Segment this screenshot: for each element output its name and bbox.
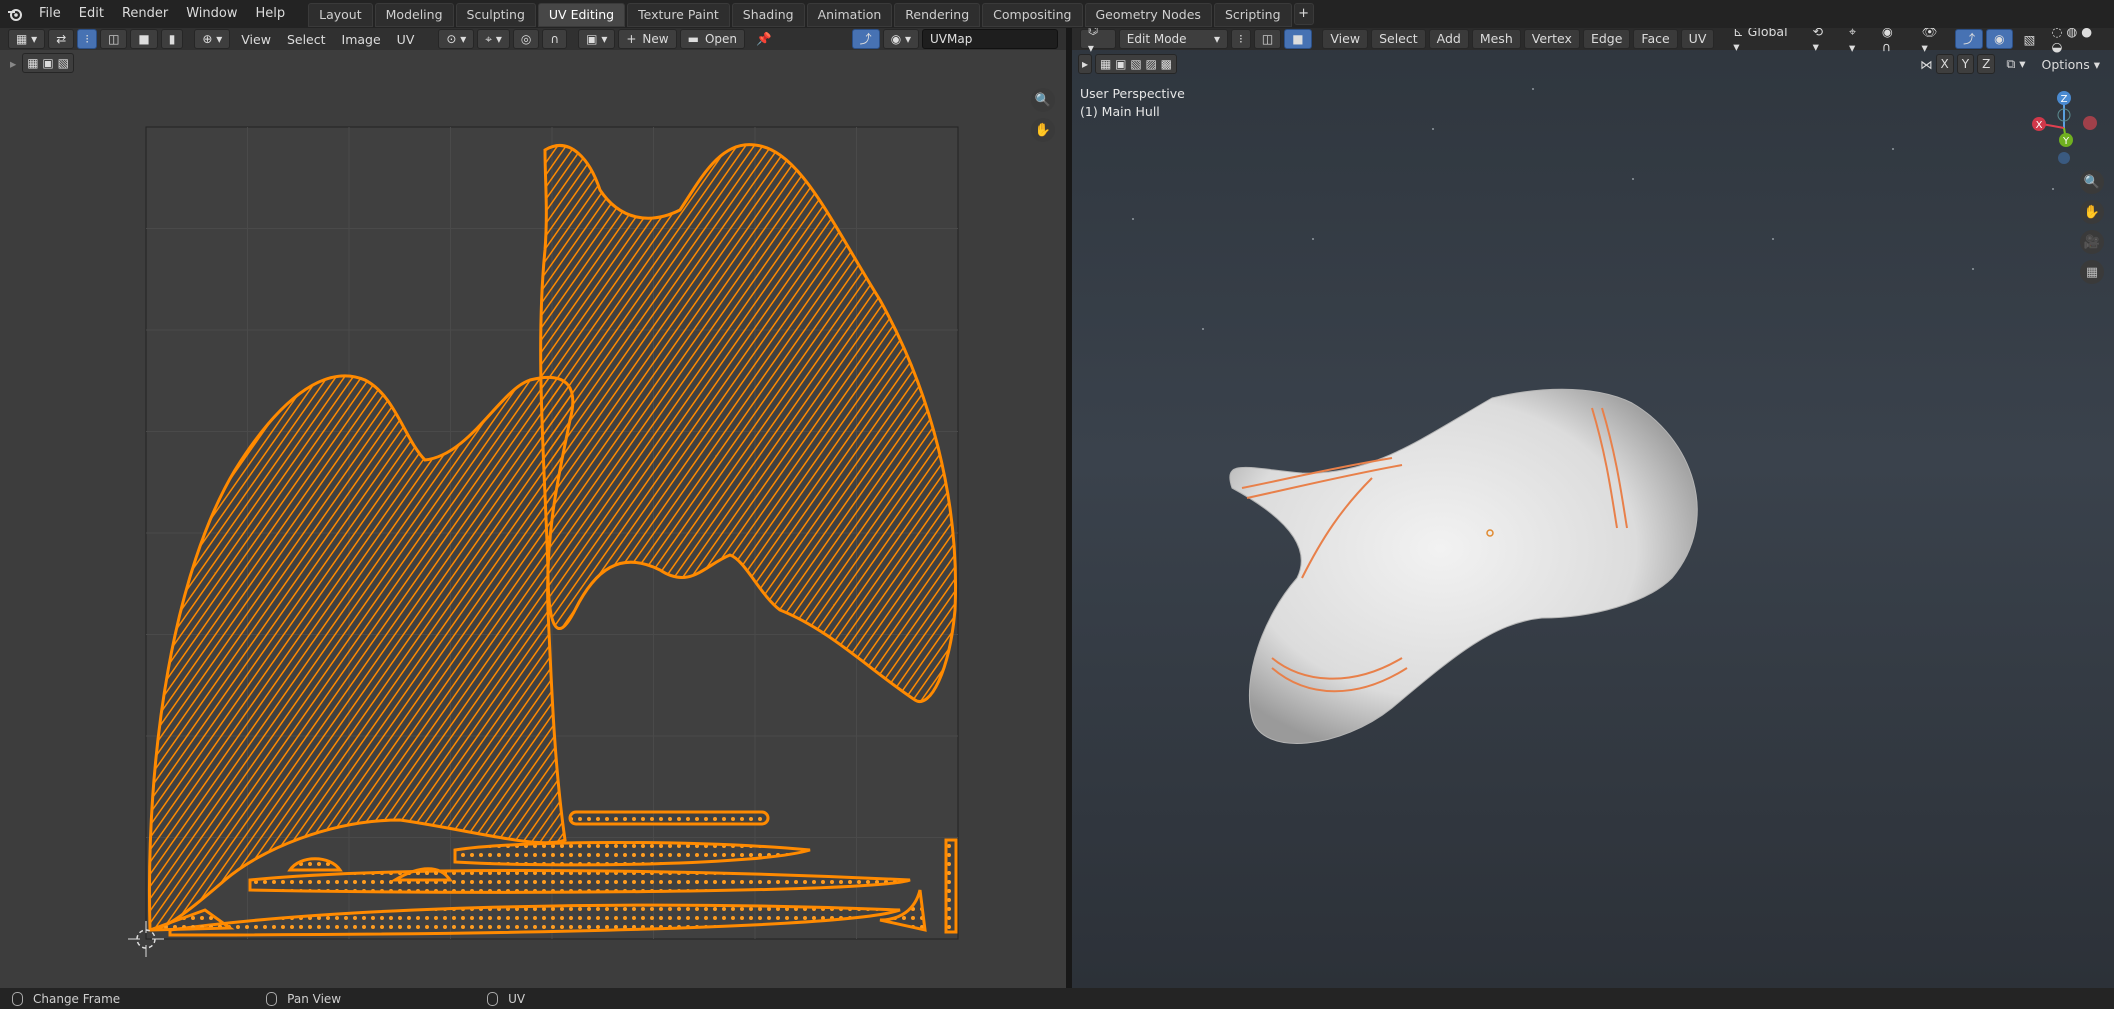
edge-mode-icon[interactable]: ◫ (1253, 29, 1282, 49)
vertex-mode-icon[interactable]: ⁝ (1231, 29, 1251, 49)
new-image-button[interactable]: + New (618, 29, 677, 49)
menu-help[interactable]: Help (247, 0, 295, 28)
island-select-icon[interactable]: ▮ (160, 29, 184, 49)
tab-modeling[interactable]: Modeling (374, 3, 454, 27)
falloff-icon[interactable]: ∩ (542, 29, 568, 49)
uv-menu-image[interactable]: Image (334, 32, 389, 47)
uv-editor-header: ▦ ▾ ⇄ ⁝ ◫ ■ ▮ ⊕ ▾ View Select Image UV ⊙… (0, 28, 1066, 50)
uv-menu-view[interactable]: View (233, 32, 279, 47)
vp-menu-edge[interactable]: Edge (1582, 29, 1631, 49)
3d-viewport: ⌬ ▾ Edit Mode ▾ ⁝ ◫ ■ View Select Add Mes… (1072, 28, 2114, 988)
tab-uv-editing[interactable]: UV Editing (537, 3, 626, 27)
blender-logo-icon[interactable] (6, 5, 24, 23)
status-bar: Change Frame Pan View UV (0, 988, 2114, 1009)
vp-menu-view[interactable]: View (1322, 29, 1369, 49)
pin-icon[interactable]: 📌 (748, 31, 780, 47)
main-menu: File Edit Render Window Help (30, 0, 294, 28)
menu-edit[interactable]: Edit (70, 0, 113, 28)
gizmo-toggle-icon[interactable]: ⤴ (1955, 29, 1984, 49)
mode-dropdown[interactable]: Edit Mode ▾ (1118, 29, 1229, 49)
status-uv: UV (487, 991, 525, 1006)
shading-modes-icon[interactable]: ◌ ◍ ● ◒ (2043, 28, 2114, 54)
face-mode-icon[interactable]: ■ (1284, 29, 1312, 49)
image-browse-icon[interactable]: ▣ ▾ (578, 29, 616, 49)
zoom-icon[interactable]: 🔍 (1031, 88, 1055, 112)
tab-compositing[interactable]: Compositing (982, 3, 1083, 27)
status-change-frame: Change Frame (12, 991, 120, 1006)
vp-menu-face[interactable]: Face (1633, 29, 1678, 49)
vp-menu-uv[interactable]: UV (1680, 29, 1715, 49)
transform-orientation-dropdown[interactable]: ⊾ Global ▾ (1725, 28, 1804, 54)
mouse-middle-icon (266, 991, 278, 1006)
menu-file[interactable]: File (30, 0, 70, 28)
tab-animation[interactable]: Animation (806, 3, 893, 27)
snap-3d-icon[interactable]: ⌖ ▾ (1841, 28, 1874, 55)
workspace-tabs: Layout Modeling Sculpting UV Editing Tex… (308, 3, 1314, 27)
open-image-button[interactable]: ▬ Open (679, 29, 746, 49)
top-bar: File Edit Render Window Help Layout Mode… (0, 0, 2114, 28)
sticky-select-icon[interactable]: ⊕ ▾ (194, 29, 231, 49)
tab-layout[interactable]: Layout (308, 3, 373, 27)
orientation-icon: ⊾ (1733, 28, 1748, 39)
pivot-3d-icon[interactable]: ⟲ ▾ (1805, 28, 1841, 54)
visibility-icon[interactable]: 👁 ▾ (1913, 28, 1955, 55)
uv-sync-icon[interactable]: ⤴ (851, 29, 880, 49)
add-workspace-button[interactable]: + (1293, 3, 1314, 25)
sync-selection-icon[interactable]: ⇄ (48, 29, 75, 49)
tab-scripting[interactable]: Scripting (1213, 3, 1292, 27)
overlays-icon[interactable]: ◉ ▾ (882, 29, 919, 49)
vp-menu-mesh[interactable]: Mesh (1471, 29, 1521, 49)
tab-shading[interactable]: Shading (731, 3, 805, 27)
mouse-left-icon (12, 991, 23, 1006)
mouse-right-icon (487, 991, 499, 1006)
tab-sculpting[interactable]: Sculpting (455, 3, 536, 27)
face-select-icon[interactable]: ■ (130, 29, 158, 49)
snap-icon[interactable]: ⌖ ▾ (477, 29, 510, 49)
pivot-icon[interactable]: ⊙ ▾ (438, 29, 475, 49)
vp-menu-vertex[interactable]: Vertex (1523, 29, 1580, 49)
menu-window[interactable]: Window (177, 0, 246, 28)
pan-hand-icon[interactable]: ✋ (1031, 118, 1055, 142)
viewport-header: ⌬ ▾ Edit Mode ▾ ⁝ ◫ ■ View Select Add Mes… (1072, 28, 2114, 55)
main-hull-mesh[interactable] (1072, 58, 2114, 988)
uvmap-field[interactable]: UVMap (922, 29, 1058, 49)
proportional-3d-icon[interactable]: ◉ ∩ (1874, 28, 1914, 54)
tab-geometry-nodes[interactable]: Geometry Nodes (1084, 3, 1212, 27)
menu-render[interactable]: Render (113, 0, 177, 28)
tab-texture-paint[interactable]: Texture Paint (627, 3, 730, 27)
tab-rendering[interactable]: Rendering (894, 3, 981, 27)
proportional-edit-icon[interactable]: ◎ (512, 29, 540, 49)
status-pan-view: Pan View (266, 991, 341, 1006)
uv-menu-select[interactable]: Select (279, 32, 334, 47)
overlay-toggle-icon[interactable]: ◉ (1986, 29, 2013, 49)
uv-editor: ▦ ▾ ⇄ ⁝ ◫ ■ ▮ ⊕ ▾ View Select Image UV ⊙… (0, 28, 1066, 988)
xray-icon[interactable]: ▧ (2016, 32, 2044, 47)
vp-menu-add[interactable]: Add (1428, 29, 1469, 49)
editor-type-3d-icon[interactable]: ⌬ ▾ (1079, 28, 1116, 55)
edge-select-icon[interactable]: ◫ (100, 29, 128, 49)
vertex-select-icon[interactable]: ⁝ (77, 29, 98, 49)
uv-menu-uv[interactable]: UV (389, 32, 423, 47)
editor-type-icon[interactable]: ▦ ▾ (8, 29, 46, 49)
uv-canvas[interactable] (0, 50, 1066, 988)
vp-menu-select[interactable]: Select (1371, 29, 1426, 49)
